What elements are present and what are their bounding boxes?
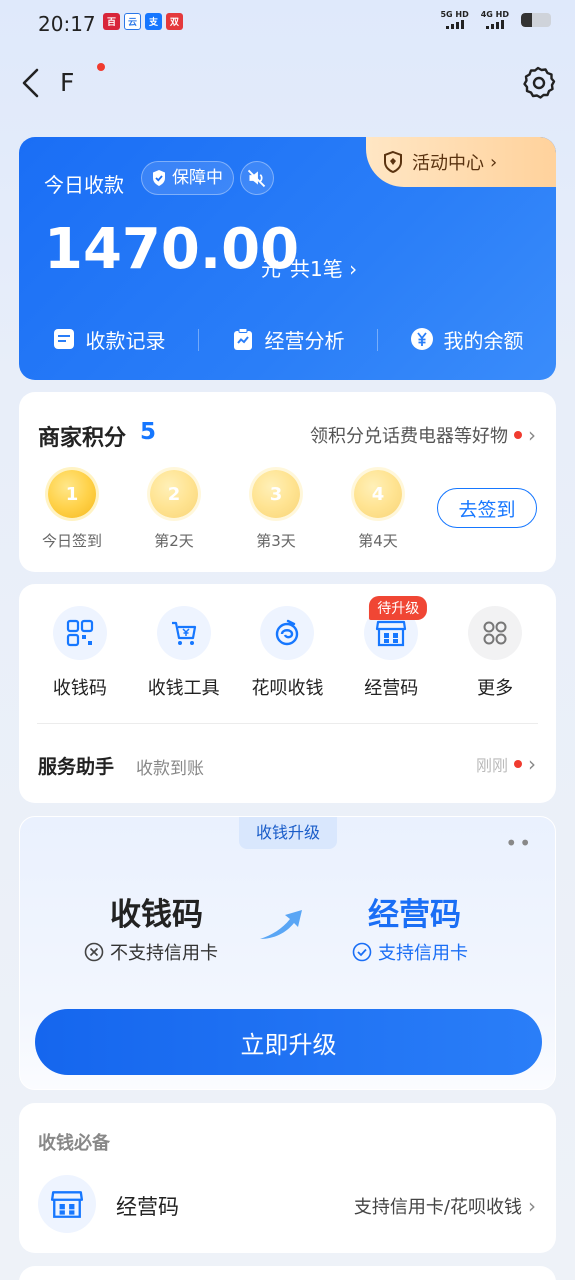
status-app-icons: 百 云 支 双 xyxy=(103,13,183,30)
activity-center-label: 活动中心 xyxy=(412,153,484,174)
service-assistant-title: 服务助手 xyxy=(38,756,115,778)
activity-center-button[interactable]: 活动中心 › xyxy=(366,137,556,187)
pending-upgrade-badge: 待升级 xyxy=(369,596,428,620)
checkin-day: 4 第4天 xyxy=(338,470,418,551)
app-notification-icon: 双 xyxy=(166,13,183,30)
my-balance-button[interactable]: 我的余额 xyxy=(377,319,556,359)
shopping-cart-icon xyxy=(156,606,211,660)
coin-icon: 2 xyxy=(150,470,198,518)
divider xyxy=(37,723,538,724)
status-bar: 20:17 百 云 支 双 5G HD 4G HD xyxy=(0,0,575,48)
check-circle-icon xyxy=(352,942,372,962)
status-time: 20:17 xyxy=(38,12,96,36)
checkin-day: 2 第2天 xyxy=(134,470,214,551)
old-code-note: 不支持信用卡 xyxy=(84,939,218,965)
alipay-notification-icon: 支 xyxy=(145,13,162,30)
tools-grid: 收钱码 收钱工具 花呗收钱 待升级 经营码 更多 xyxy=(19,596,556,726)
receipt-icon xyxy=(53,329,74,349)
tools-card: 收钱码 收钱工具 花呗收钱 待升级 经营码 更多 服务助手 收款到账 刚刚 › xyxy=(19,584,556,803)
points-value: 5 xyxy=(140,419,157,445)
chevron-right-icon: › xyxy=(528,752,536,776)
summary-actions: 收款记录 经营分析 我的余额 xyxy=(19,319,556,359)
tool-more[interactable]: 更多 xyxy=(443,606,547,726)
app-notification-icon: 云 xyxy=(124,13,141,30)
business-analysis-button[interactable]: 经营分析 xyxy=(198,319,377,359)
service-time: 刚刚 xyxy=(475,756,508,775)
guard-status-label: 保障中 xyxy=(172,168,223,188)
huabei-icon xyxy=(260,606,315,660)
qr-code-icon xyxy=(52,606,107,660)
merchant-points-card: 商家积分 5 领积分兑话费电器等好物 › 1 今日签到 2 第2天 3 第3天 … xyxy=(19,392,556,572)
tool-business-code[interactable]: 待升级 经营码 xyxy=(339,596,443,726)
points-title: 商家积分 xyxy=(38,426,127,451)
yuan-coin-icon xyxy=(410,328,433,350)
essentials-item-link[interactable]: 支持信用卡/花呗收钱 › xyxy=(354,1193,536,1219)
service-assistant-message[interactable]: 收款到账 xyxy=(136,754,204,779)
chevron-right-icon: › xyxy=(490,151,498,173)
more-options-icon[interactable]: •• xyxy=(505,831,533,855)
coin-icon: 4 xyxy=(354,470,402,518)
coin-icon: 1 xyxy=(48,470,96,518)
payment-records-button[interactable]: 收款记录 xyxy=(19,319,198,359)
essentials-card: 收钱必备 经营码 支持信用卡/花呗收钱 › xyxy=(19,1103,556,1253)
shield-check-icon xyxy=(153,170,165,186)
analytics-clipboard-icon xyxy=(233,328,252,350)
essentials-title: 收钱必备 xyxy=(38,1133,110,1154)
notification-dot xyxy=(514,431,522,439)
gear-icon[interactable] xyxy=(519,64,557,102)
x-circle-icon xyxy=(84,942,104,962)
today-income-label: 今日收款 xyxy=(44,173,124,197)
back-arrow-icon[interactable] xyxy=(18,66,44,100)
upgrade-promo-card: 收钱升级 •• 收钱码 不支持信用卡 经营码 支持信用卡 立即升级 xyxy=(19,816,556,1090)
guard-status-badge[interactable]: 保障中 xyxy=(141,161,234,195)
chevron-right-icon: › xyxy=(349,257,358,281)
shield-icon xyxy=(384,150,402,174)
mute-speaker-icon[interactable] xyxy=(240,161,274,195)
checkin-days: 1 今日签到 2 第2天 3 第3天 4 第4天 xyxy=(19,470,439,550)
notification-dot xyxy=(514,760,522,768)
amount-unit: 元 xyxy=(261,257,281,281)
essentials-item-name[interactable]: 经营码 xyxy=(116,1191,179,1221)
service-assistant-link[interactable]: 刚刚 › xyxy=(476,752,536,776)
old-code-title: 收钱码 xyxy=(110,897,203,933)
status-indicators: 5G HD 4G HD xyxy=(440,10,551,29)
checkin-day: 1 今日签到 xyxy=(32,470,112,551)
tool-payment-code[interactable]: 收钱码 xyxy=(28,606,132,726)
tool-payment-tools[interactable]: 收钱工具 xyxy=(132,606,236,726)
new-code-note: 支持信用卡 xyxy=(352,939,468,965)
transaction-count[interactable]: 共1笔 › xyxy=(290,253,357,282)
arrow-right-up-icon xyxy=(260,910,302,939)
upgrade-tag: 收钱升级 xyxy=(239,817,337,849)
page-title: F xyxy=(60,68,75,97)
signal-5g-icon: 5G HD xyxy=(440,10,469,29)
chevron-right-icon: › xyxy=(528,1194,536,1218)
today-income-card: 活动中心 › 今日收款 保障中 1470.00 元 共1笔 › 收款记录 经营分… xyxy=(19,137,556,380)
chevron-right-icon: › xyxy=(528,423,536,447)
points-redeem-link[interactable]: 领积分兑话费电器等好物 › xyxy=(310,422,536,448)
new-code-title: 经营码 xyxy=(368,897,461,933)
app-notification-icon: 百 xyxy=(103,13,120,30)
notification-dot xyxy=(97,63,105,71)
signal-4g-icon: 4G HD xyxy=(481,10,509,29)
store-qr-icon xyxy=(38,1175,96,1233)
coin-icon: 3 xyxy=(252,470,300,518)
tool-huabei[interactable]: 花呗收钱 xyxy=(236,606,340,726)
more-grid-icon xyxy=(468,606,523,660)
battery-icon xyxy=(521,12,551,27)
next-card-peek xyxy=(19,1266,556,1280)
checkin-button[interactable]: 去签到 xyxy=(437,488,537,528)
checkin-day: 3 第3天 xyxy=(236,470,316,551)
upgrade-now-button[interactable]: 立即升级 xyxy=(35,1009,542,1075)
